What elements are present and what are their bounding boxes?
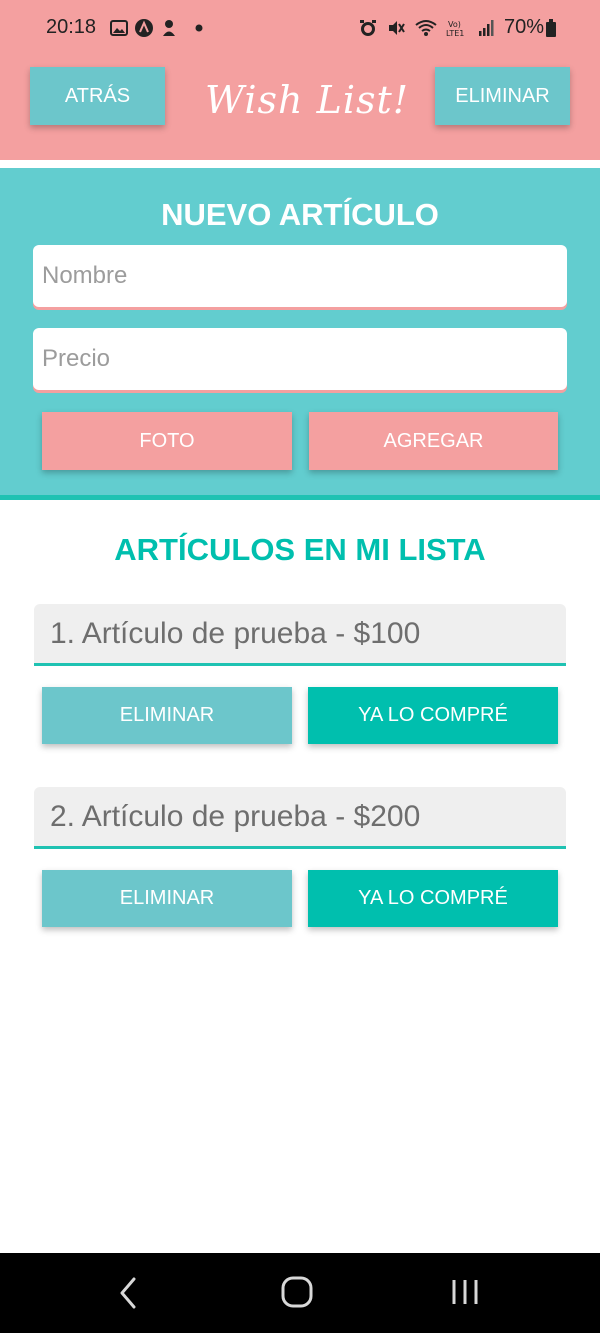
photo-button[interactable]: FOTO bbox=[42, 412, 292, 470]
character-icon bbox=[163, 20, 175, 36]
back-icon[interactable] bbox=[116, 1275, 140, 1311]
battery-icon bbox=[546, 18, 556, 37]
price-placeholder: Precio bbox=[42, 345, 111, 372]
new-item-heading: NUEVO ARTÍCULO bbox=[161, 197, 439, 232]
delete-all-button[interactable]: ELIMINAR bbox=[435, 67, 570, 125]
delete-item-button[interactable]: ELIMINAR bbox=[42, 687, 292, 744]
wifi-icon bbox=[415, 19, 437, 36]
signal-icon bbox=[478, 19, 494, 36]
name-placeholder: Nombre bbox=[42, 262, 128, 289]
app-title: Wish List! bbox=[205, 78, 410, 122]
price-input[interactable]: Precio bbox=[33, 328, 567, 390]
recents-icon[interactable] bbox=[450, 1277, 480, 1307]
alarm-icon bbox=[359, 19, 376, 36]
new-item-panel-border bbox=[0, 495, 600, 500]
volte-icon: Vo) LTE1 bbox=[446, 20, 464, 38]
delete-item-button[interactable]: ELIMINAR bbox=[42, 870, 292, 927]
list-item: 2. Artículo de prueba - $200 bbox=[34, 787, 566, 849]
dot-icon bbox=[195, 24, 203, 32]
home-icon[interactable] bbox=[280, 1275, 314, 1309]
svg-text:Vo): Vo) bbox=[448, 20, 461, 29]
name-input[interactable]: Nombre bbox=[33, 245, 567, 307]
list-heading: ARTÍCULOS EN MI LISTA bbox=[114, 532, 486, 567]
battery-percent: 70% bbox=[503, 16, 544, 38]
status-right-icons: Vo) LTE1 70% bbox=[358, 16, 556, 39]
status-left-icons bbox=[110, 18, 206, 38]
header-divider bbox=[0, 160, 600, 168]
nav-bar bbox=[0, 1253, 600, 1333]
status-time: 20:18 bbox=[46, 16, 97, 38]
bought-button[interactable]: YA LO COMPRÉ bbox=[308, 870, 558, 927]
status-bar: 20:18 Vo) LTE1 70% bbox=[0, 0, 600, 58]
image-icon bbox=[110, 20, 128, 36]
app-icon bbox=[135, 19, 153, 37]
back-button[interactable]: ATRÁS bbox=[30, 67, 165, 125]
svg-text:LTE1: LTE1 bbox=[446, 29, 464, 38]
list-item: 1. Artículo de prueba - $100 bbox=[34, 604, 566, 666]
add-button[interactable]: AGREGAR bbox=[309, 412, 558, 470]
mute-icon bbox=[388, 20, 405, 35]
bought-button[interactable]: YA LO COMPRÉ bbox=[308, 687, 558, 744]
